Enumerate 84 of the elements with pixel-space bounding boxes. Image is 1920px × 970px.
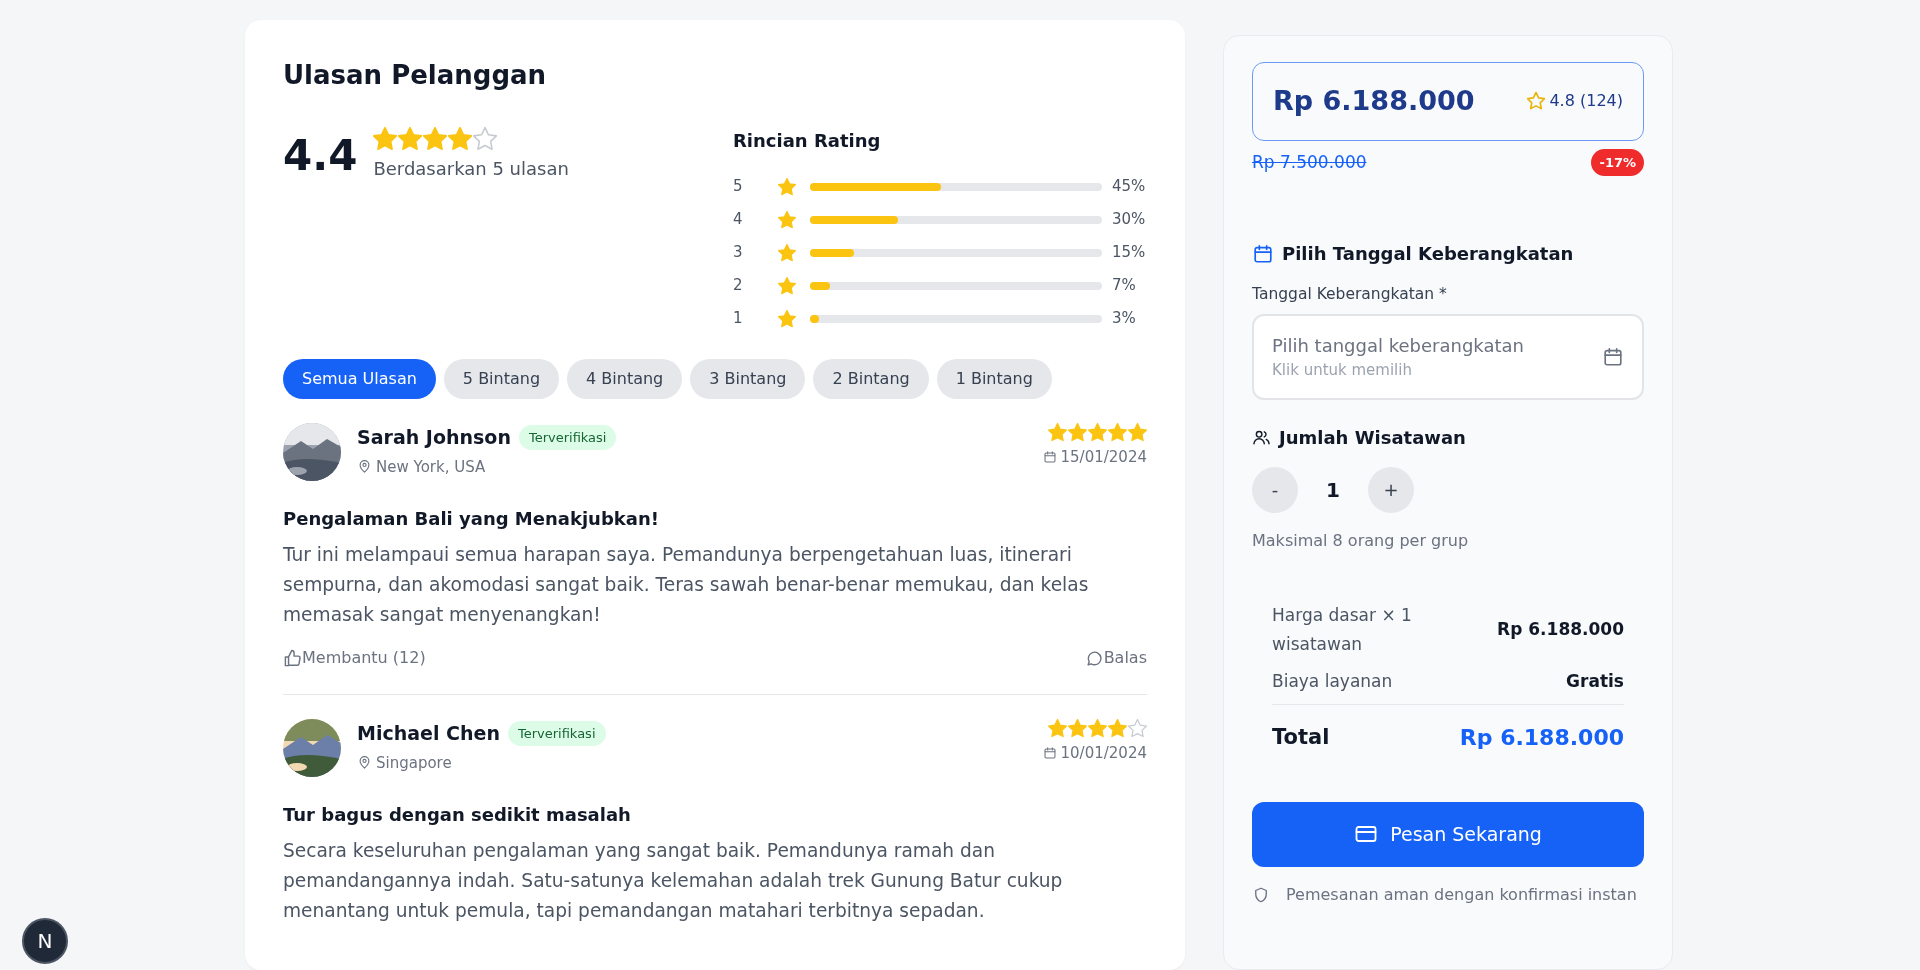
star-icon bbox=[1068, 719, 1087, 738]
rating-percent: 30% bbox=[1112, 209, 1147, 231]
price-line-value: Gratis bbox=[1566, 669, 1624, 693]
reviewer-name: Michael Chen bbox=[357, 721, 500, 746]
location-pin-icon bbox=[357, 755, 372, 771]
star-icon bbox=[1108, 423, 1127, 442]
helper-text: Maksimal 8 orang per grup bbox=[1252, 529, 1470, 552]
rating-percent: 15% bbox=[1112, 242, 1147, 264]
star-icon bbox=[473, 127, 498, 151]
star-icon bbox=[778, 210, 796, 229]
star-icon bbox=[1048, 719, 1067, 738]
rating-label: 3 bbox=[733, 242, 744, 264]
increment-button[interactable]: + bbox=[1368, 466, 1414, 513]
reply-button[interactable]: Balas bbox=[1084, 646, 1147, 670]
dev-tools-badge[interactable]: N bbox=[22, 918, 68, 964]
breakdown-title: Rincian Rating bbox=[733, 129, 882, 153]
review-date: 10/01/2024 bbox=[1060, 743, 1147, 764]
book-button[interactable]: Pesan Sekarang bbox=[1252, 801, 1644, 867]
date-picker-field[interactable]: Pilih tanggal keberangkatan Klik untuk memilih bbox=[1252, 314, 1644, 400]
rating-summary: 4.8 (124) bbox=[1549, 90, 1623, 113]
review-title: Pengalaman Bali yang Menakjubkan! bbox=[283, 507, 660, 531]
rating-label: 2 bbox=[733, 275, 744, 297]
section-title: Ulasan Pelanggan bbox=[283, 59, 548, 92]
star-icon bbox=[1128, 719, 1147, 738]
verified-badge: Terverifikasi bbox=[518, 424, 617, 450]
star-icon bbox=[778, 243, 796, 262]
star-icon bbox=[1527, 92, 1546, 111]
review-date: 15/01/2024 bbox=[1060, 447, 1147, 468]
section-title: Jumlah Wisatawan bbox=[1279, 425, 1466, 450]
star-icon bbox=[778, 276, 796, 295]
rating-label: 1 bbox=[733, 308, 744, 330]
review-text: Secara keseluruhan pengalaman yang sangat baik. Pemandunya ramah dan pemandangannya indah. Satu-satunya kelemahan adalah trek Gunung Batur cukup menantang untuk pemula, tapi pemandangan matahari terbitnya sepadan. bbox=[283, 839, 1064, 923]
star-icon bbox=[1068, 423, 1087, 442]
section-title: Pilih Tanggal Keberangkatan bbox=[1282, 242, 1574, 266]
review-title: Tur bagus dengan sedikit masalah bbox=[283, 803, 632, 827]
rating-percent: 45% bbox=[1112, 176, 1147, 198]
filter-tab[interactable]: 4 Bintang bbox=[567, 359, 683, 399]
price: Rp 6.188.000 bbox=[1273, 84, 1475, 118]
price-line-label: Harga dasar × 1 wisatawan bbox=[1272, 603, 1413, 656]
star-icon bbox=[1088, 423, 1107, 442]
rating-percent: 3% bbox=[1112, 308, 1137, 330]
star-icon bbox=[1108, 719, 1127, 738]
star-icon bbox=[778, 177, 796, 196]
helpful-button[interactable]: Membantu (12) bbox=[283, 646, 426, 670]
star-icon bbox=[1128, 423, 1147, 442]
security-note: Pemesanan aman dengan konfirmasi instan bbox=[1286, 883, 1637, 906]
decrement-button[interactable]: - bbox=[1252, 466, 1298, 513]
shield-icon bbox=[1252, 885, 1270, 904]
filter-tab[interactable]: 2 Bintang bbox=[813, 359, 929, 399]
review-count: Berdasarkan 5 ulasan bbox=[373, 157, 569, 181]
total-label: Total bbox=[1272, 723, 1330, 751]
field-label: Tanggal Keberangkatan * bbox=[1252, 284, 1448, 305]
filter-tab[interactable]: 5 Bintang bbox=[443, 359, 560, 399]
star-icon bbox=[373, 127, 398, 151]
total-value: Rp 6.188.000 bbox=[1459, 723, 1624, 752]
filter-tab[interactable]: 3 Bintang bbox=[690, 359, 806, 399]
calendar-icon bbox=[1042, 746, 1057, 761]
price-line-value: Rp 6.188.000 bbox=[1497, 618, 1624, 641]
rating-percent: 7% bbox=[1112, 275, 1137, 297]
rating-label: 5 bbox=[733, 176, 744, 198]
location-pin-icon bbox=[357, 459, 372, 475]
thumbs-up-icon bbox=[283, 648, 302, 668]
filter-tab[interactable]: 1 Bintang bbox=[936, 359, 1052, 399]
star-icon bbox=[448, 127, 473, 151]
star-icon bbox=[398, 127, 423, 151]
star-icon bbox=[423, 127, 448, 151]
calendar-icon bbox=[1042, 450, 1057, 465]
calendar-icon bbox=[1252, 242, 1274, 265]
filter-tab[interactable]: Semua Ulasan bbox=[283, 359, 436, 399]
verified-badge: Terverifikasi bbox=[507, 720, 606, 746]
average-rating: 4.4 bbox=[283, 135, 358, 177]
reviewer-location: Singapore bbox=[376, 752, 452, 774]
star-icon bbox=[778, 309, 796, 328]
calendar-icon bbox=[1602, 346, 1624, 368]
price-line-label: Biaya layanan bbox=[1272, 669, 1393, 693]
review-text: Tur ini melampaui semua harapan saya. Pemandunya berpengetahuan luas, itinerari sempurna, dan akomodasi sangat baik. Teras sawah benar-benar memukau, dan kelas memasak sangat menyenangkan! bbox=[283, 543, 1090, 627]
reviewer-name: Sarah Johnson bbox=[357, 425, 511, 450]
traveler-count: 1 bbox=[1325, 476, 1341, 504]
discount-badge: -17% bbox=[1591, 148, 1644, 176]
star-icon bbox=[1048, 423, 1067, 442]
reviewer-location: New York, USA bbox=[376, 456, 486, 478]
star-icon bbox=[1088, 719, 1107, 738]
original-price: Rp 7.500.000 bbox=[1252, 150, 1367, 174]
rating-label: 4 bbox=[733, 209, 744, 231]
